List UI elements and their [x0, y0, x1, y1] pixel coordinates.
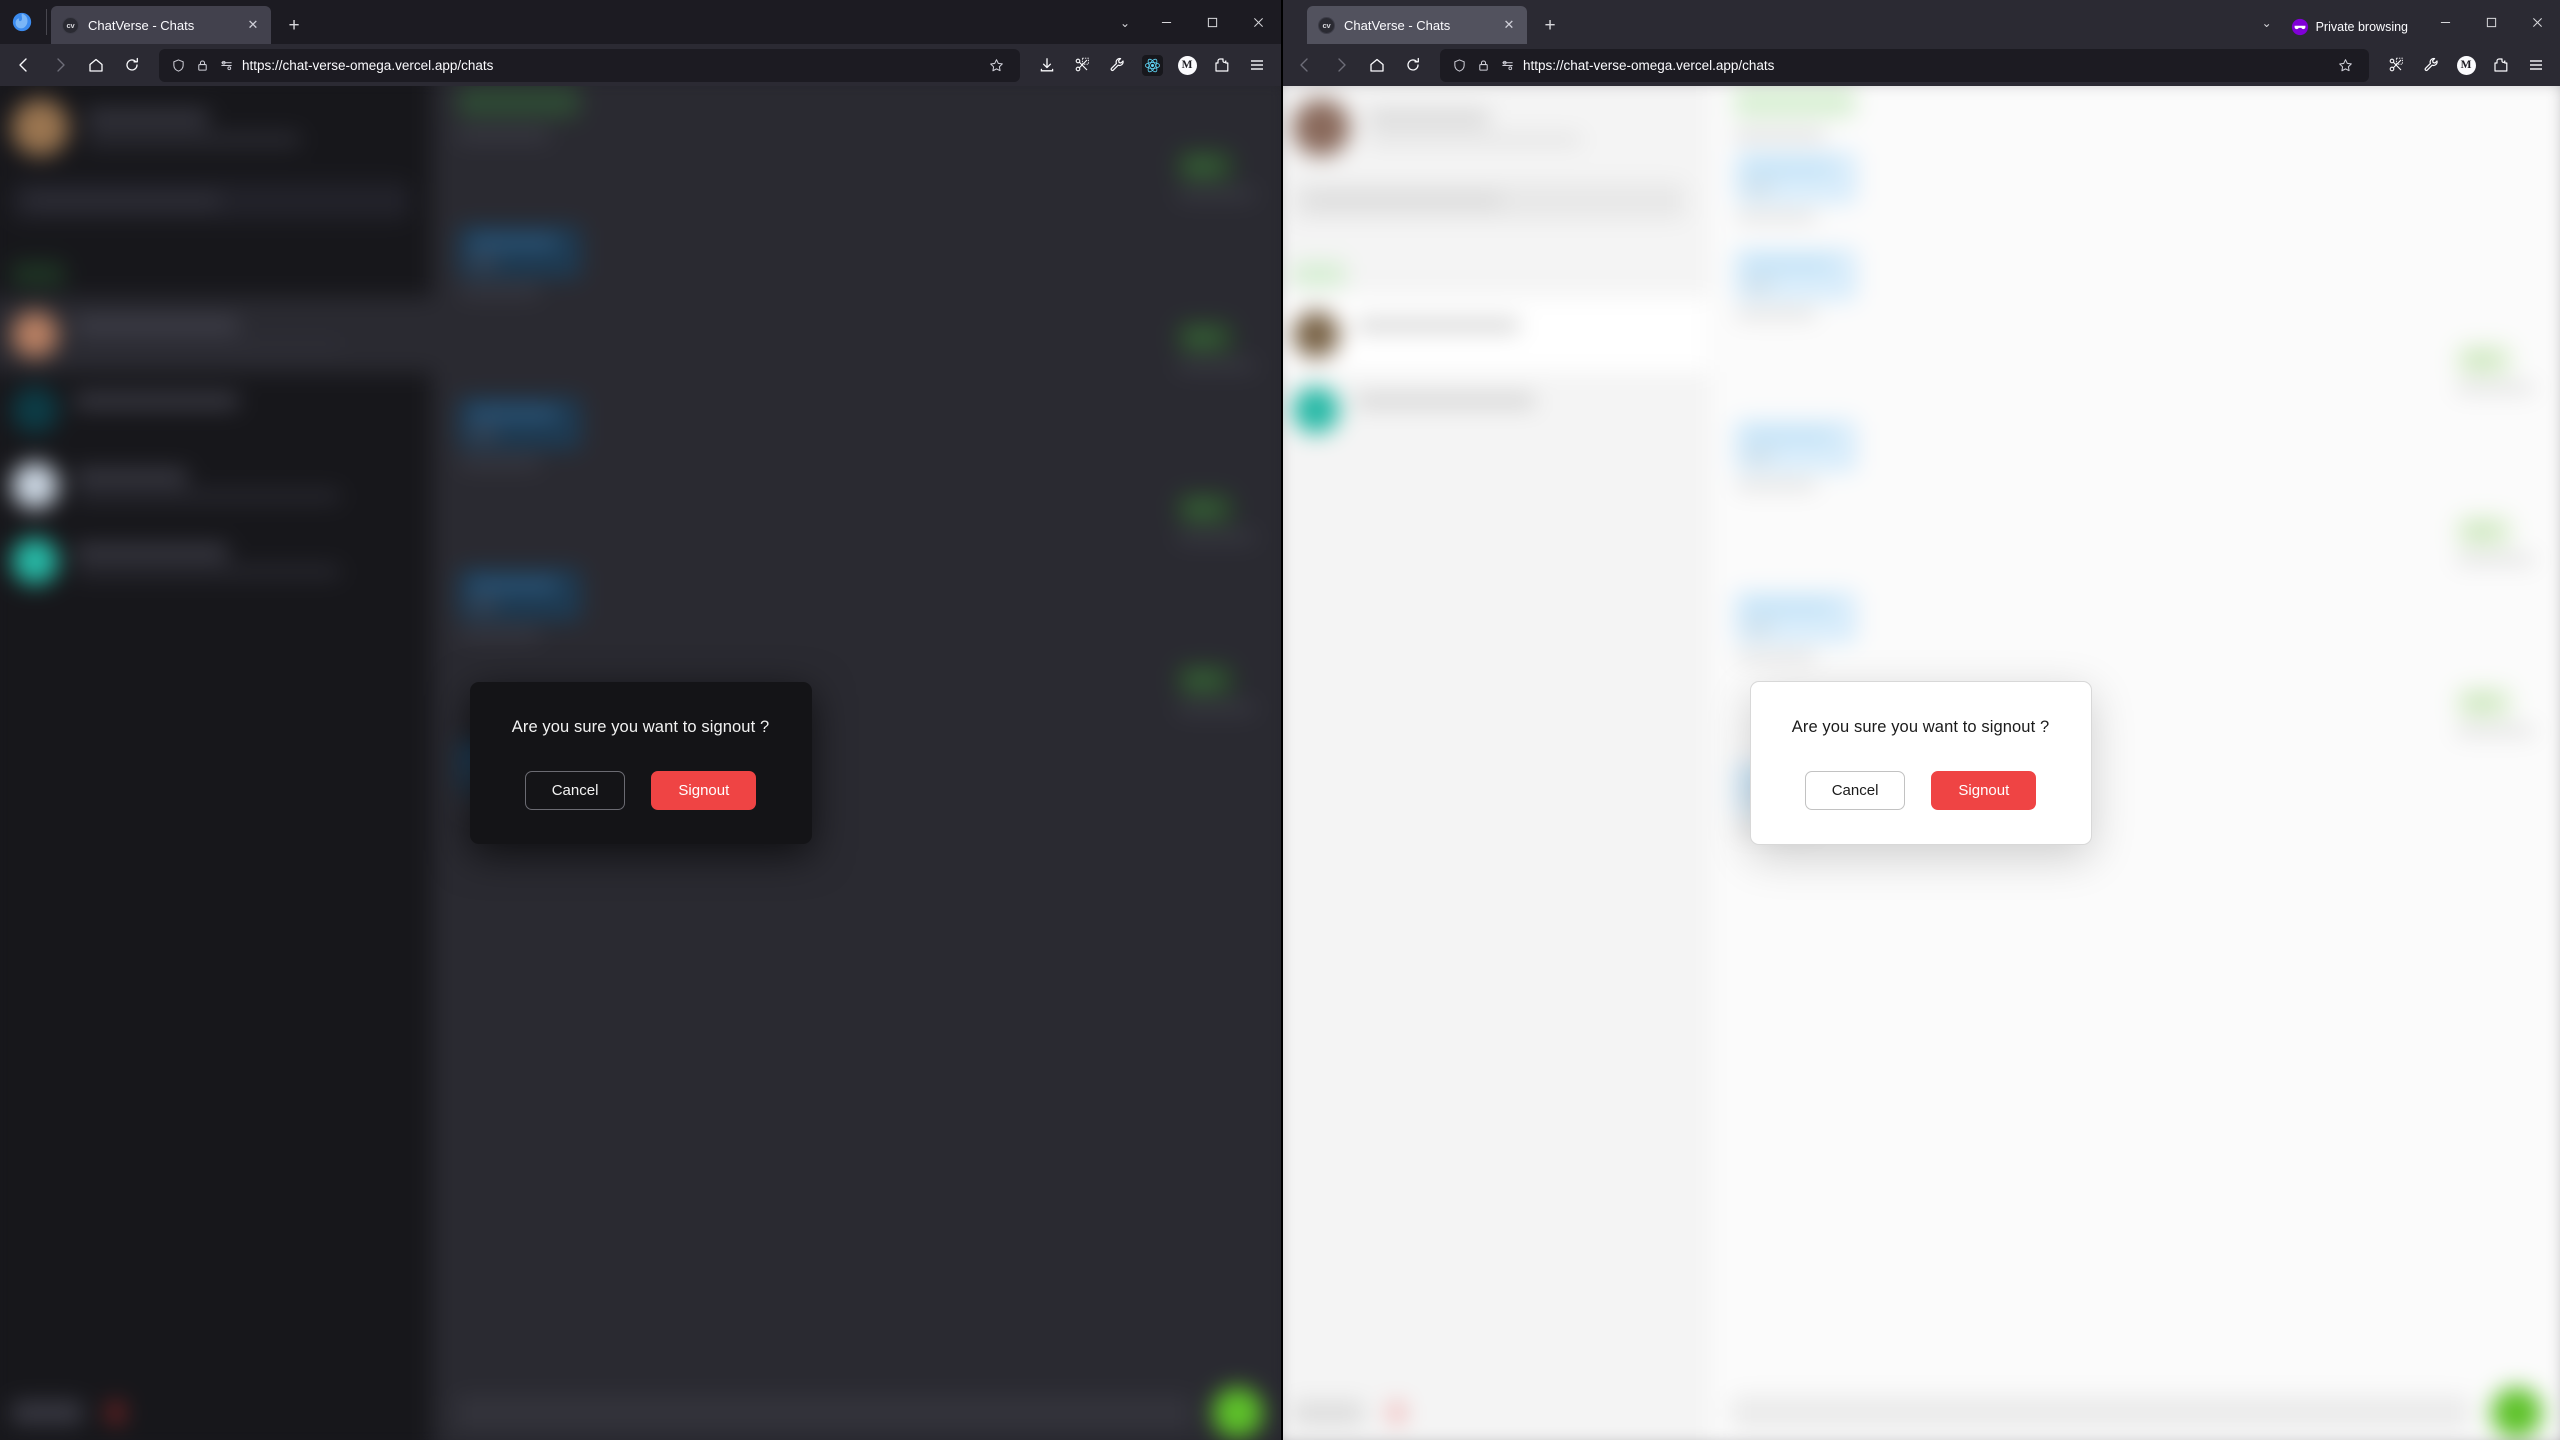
site-permissions-icon[interactable]	[1499, 57, 1515, 73]
reload-button[interactable]	[115, 48, 149, 82]
tab-close-icon[interactable]: ✕	[1499, 15, 1519, 35]
connection-lock-icon[interactable]	[1475, 57, 1491, 73]
browser-toolbar-icons-right: M	[2379, 48, 2553, 82]
new-tab-button[interactable]: +	[279, 10, 309, 40]
tab-favicon-icon: cv	[1318, 16, 1335, 34]
browser-window-private: cv ChatVerse - Chats ✕ + ⌄ Private brows…	[1281, 0, 2560, 1440]
url-text: https://chat-verse-omega.vercel.app/chat…	[1523, 58, 2323, 73]
tab-title: ChatVerse - Chats	[88, 17, 195, 33]
home-button[interactable]	[79, 48, 113, 82]
browser-window-normal: cv ChatVerse - Chats ✕ + ⌄ https://chat-…	[0, 0, 1281, 1440]
app-menu-icon[interactable]	[1240, 48, 1274, 82]
account-avatar-icon[interactable]: M	[1170, 48, 1204, 82]
private-browsing-badge: Private browsing	[2291, 18, 2408, 36]
window-controls-left	[1143, 0, 1281, 44]
wrench-icon[interactable]	[1100, 48, 1134, 82]
signout-modal-message: Are you sure you want to signout ?	[511, 717, 770, 736]
site-permissions-icon[interactable]	[218, 57, 234, 73]
cancel-button[interactable]: Cancel	[524, 770, 626, 811]
page-viewport-left: Are you sure you want to signout ? Cance…	[0, 86, 1281, 1440]
tab-chatverse[interactable]: cv ChatVerse - Chats ✕	[51, 6, 271, 44]
close-window-button[interactable]	[1235, 0, 1281, 44]
forward-button[interactable]	[43, 48, 77, 82]
navigation-toolbar-right: https://chat-verse-omega.vercel.app/chat…	[1281, 44, 2560, 86]
tab-chatverse-private[interactable]: cv ChatVerse - Chats ✕	[1307, 6, 1527, 44]
tabstrip-separator	[46, 9, 47, 35]
react-devtools-icon[interactable]	[1135, 48, 1169, 82]
reload-button[interactable]	[1396, 48, 1430, 82]
tracking-protection-shield-icon[interactable]	[1451, 57, 1467, 73]
signout-button[interactable]: Signout	[651, 770, 757, 811]
titlebar-right: cv ChatVerse - Chats ✕ + ⌄ Private brows…	[1281, 0, 2560, 44]
address-bar[interactable]: https://chat-verse-omega.vercel.app/chat…	[159, 48, 1020, 82]
minimize-button[interactable]	[2422, 0, 2468, 44]
extensions-icon[interactable]	[2484, 48, 2518, 82]
signout-button[interactable]: Signout	[1931, 770, 2037, 811]
connection-lock-icon[interactable]	[194, 57, 210, 73]
url-text: https://chat-verse-omega.vercel.app/chat…	[242, 58, 974, 73]
firefox-logo-icon	[0, 0, 44, 44]
signout-modal: Are you sure you want to signout ? Cance…	[469, 681, 812, 845]
window-controls-right	[2422, 0, 2560, 44]
titlebar-left: cv ChatVerse - Chats ✕ + ⌄	[0, 0, 1281, 44]
extensions-icon[interactable]	[1205, 48, 1239, 82]
signout-modal-overlay: Are you sure you want to signout ? Cance…	[1281, 86, 2560, 1440]
desktop-screen: cv ChatVerse - Chats ✕ + ⌄ https://chat-…	[0, 0, 2560, 1440]
new-tab-button[interactable]: +	[1535, 10, 1565, 40]
maximize-button[interactable]	[1189, 0, 1235, 44]
tracking-protection-shield-icon[interactable]	[170, 57, 186, 73]
url-full: https://chat-verse-omega.vercel.app/chat…	[242, 57, 494, 73]
cancel-button[interactable]: Cancel	[1804, 770, 1906, 811]
tab-close-icon[interactable]: ✕	[243, 15, 263, 35]
private-browsing-label: Private browsing	[2315, 20, 2408, 34]
back-button[interactable]	[1288, 48, 1322, 82]
tab-favicon-icon: cv	[62, 16, 79, 34]
account-avatar-icon[interactable]: M	[2449, 48, 2483, 82]
signout-modal-overlay: Are you sure you want to signout ? Cance…	[0, 86, 1281, 1440]
browser-toolbar-icons-left: M	[1030, 48, 1274, 82]
signout-modal: Are you sure you want to signout ? Cance…	[1749, 680, 2092, 846]
wrench-icon[interactable]	[2414, 48, 2448, 82]
bookmark-star-icon[interactable]	[2331, 51, 2359, 79]
app-menu-icon[interactable]	[2519, 48, 2553, 82]
downloads-icon[interactable]	[1030, 48, 1064, 82]
account-avatar-letter: M	[2456, 55, 2476, 75]
address-bar[interactable]: https://chat-verse-omega.vercel.app/chat…	[1440, 48, 2369, 82]
list-all-tabs-icon[interactable]: ⌄	[1107, 6, 1143, 40]
screenshot-icon[interactable]	[1065, 48, 1099, 82]
window-divider	[1281, 0, 1283, 1440]
page-viewport-right: Are you sure you want to signout ? Cance…	[1281, 86, 2560, 1440]
forward-button[interactable]	[1324, 48, 1358, 82]
maximize-button[interactable]	[2468, 0, 2514, 44]
bookmark-star-icon[interactable]	[982, 51, 1010, 79]
signout-modal-actions: Cancel Signout	[1804, 770, 2037, 811]
tab-title: ChatVerse - Chats	[1344, 17, 1451, 33]
minimize-button[interactable]	[1143, 0, 1189, 44]
account-avatar-letter: M	[1177, 55, 1197, 75]
signout-modal-actions: Cancel Signout	[524, 770, 757, 811]
navigation-toolbar-left: https://chat-verse-omega.vercel.app/chat…	[0, 44, 1281, 86]
back-button[interactable]	[7, 48, 41, 82]
screenshot-icon[interactable]	[2379, 48, 2413, 82]
url-full: https://chat-verse-omega.vercel.app/chat…	[1523, 57, 1775, 73]
list-all-tabs-icon[interactable]: ⌄	[2249, 6, 2285, 40]
private-mask-icon	[2291, 18, 2309, 36]
home-button[interactable]	[1360, 48, 1394, 82]
close-window-button[interactable]	[2514, 0, 2560, 44]
signout-modal-message: Are you sure you want to signout ?	[1791, 717, 2050, 736]
